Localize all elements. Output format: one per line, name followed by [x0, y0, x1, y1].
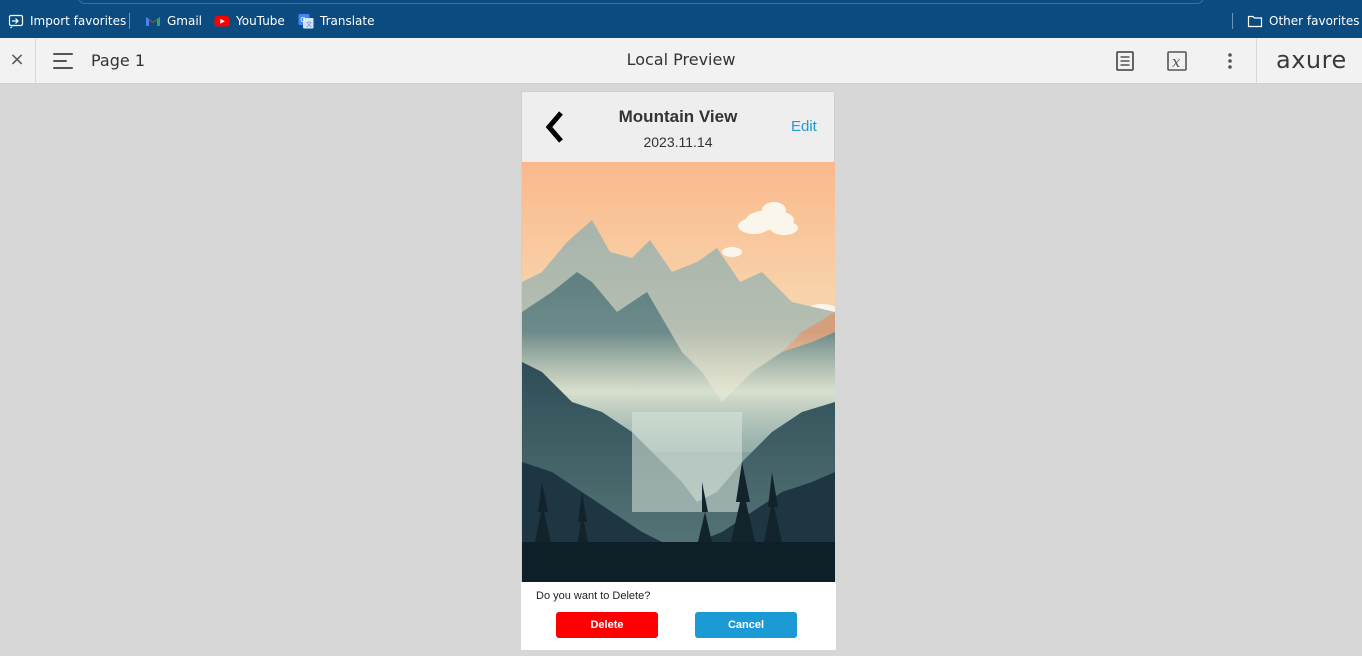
- address-bar-edge: [78, 0, 1204, 4]
- divider: [35, 38, 36, 84]
- other-favorites[interactable]: Other favorites: [1247, 13, 1360, 29]
- divider: [1232, 13, 1233, 29]
- favorite-gmail[interactable]: Gmail: [145, 13, 202, 29]
- gmail-icon: [145, 13, 161, 29]
- favorite-import[interactable]: Import favorites: [8, 13, 126, 29]
- favorite-translate[interactable]: G文 Translate: [298, 13, 375, 29]
- cancel-button[interactable]: Cancel: [695, 612, 797, 638]
- prototype-screen: Mountain View 2023.11.14 Edit: [521, 91, 835, 649]
- photo-date: 2023.11.14: [643, 134, 713, 150]
- dialog-message: Do you want to Delete?: [536, 590, 651, 602]
- svg-text:x: x: [1172, 53, 1181, 71]
- other-favorites-label: Other favorites: [1269, 14, 1360, 28]
- favorites-bar: Import favorites Gmail YouTube G文 Transl…: [0, 0, 1362, 38]
- folder-icon: [1247, 13, 1263, 29]
- favorite-label: YouTube: [236, 14, 285, 28]
- svg-text:G: G: [300, 16, 305, 24]
- delete-confirmation-dialog: Do you want to Delete? Delete Cancel: [521, 582, 836, 650]
- favorite-youtube[interactable]: YouTube: [214, 13, 285, 29]
- svg-text:文: 文: [306, 21, 312, 29]
- more-icon[interactable]: [1219, 50, 1241, 72]
- import-icon: [8, 13, 24, 29]
- divider: [1256, 38, 1257, 84]
- photo-title: Mountain View: [618, 107, 738, 126]
- translate-icon: G文: [298, 13, 314, 29]
- edit-link[interactable]: Edit: [791, 118, 817, 135]
- variables-icon[interactable]: x: [1166, 50, 1188, 72]
- youtube-icon: [214, 13, 230, 29]
- notes-icon[interactable]: [1114, 50, 1136, 72]
- page-name[interactable]: Page 1: [91, 51, 145, 70]
- favorite-label: Translate: [320, 14, 375, 28]
- menu-icon[interactable]: [53, 51, 75, 71]
- mountain-landscape-image: [522, 162, 835, 583]
- favorite-label: Import favorites: [30, 14, 127, 28]
- close-icon[interactable]: ×: [8, 51, 26, 69]
- axure-logo: axure: [1276, 46, 1347, 74]
- favorite-label: Gmail: [167, 14, 203, 28]
- divider: [129, 13, 130, 29]
- prototype-header: Mountain View 2023.11.14 Edit: [522, 92, 834, 162]
- preview-title: Local Preview: [626, 50, 736, 69]
- preview-toolbar: × Page 1 Local Preview x axure: [0, 38, 1362, 84]
- delete-button[interactable]: Delete: [556, 612, 658, 638]
